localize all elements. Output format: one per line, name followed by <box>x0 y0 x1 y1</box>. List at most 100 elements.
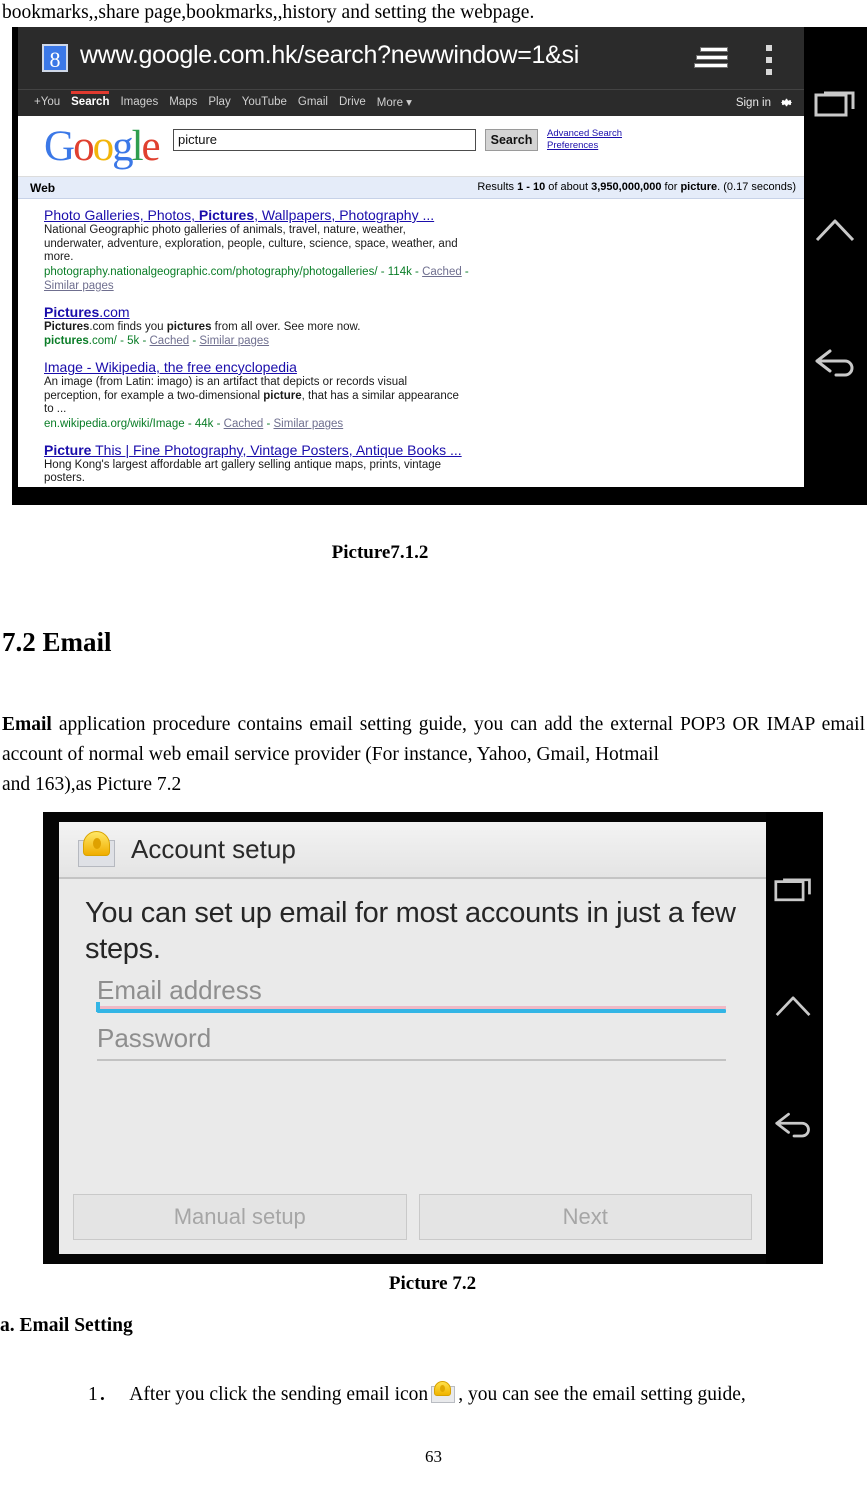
gnav-item-search[interactable]: Search <box>71 91 110 108</box>
results-tab-web[interactable]: Web <box>30 181 55 195</box>
email-address-placeholder: Email address <box>97 975 262 1005</box>
results-count-term: picture <box>680 181 718 193</box>
browser-url-bar: 8 www.google.com.hk/search?newwindow=1&s… <box>18 27 804 89</box>
search-input[interactable]: picture <box>173 129 476 151</box>
result-url: en.wikipedia.org/wiki/Image <box>44 417 185 430</box>
title-part: Photo Galleries, Photos, <box>44 207 199 223</box>
title-part: Picture <box>44 441 92 458</box>
result-url-rest: .com/ <box>88 335 117 347</box>
account-setup-headline: You can set up email for most accounts i… <box>85 897 736 965</box>
similar-pages-link[interactable]: Similar pages <box>44 280 114 292</box>
browser-viewport: 8 www.google.com.hk/search?newwindow=1&s… <box>18 27 804 487</box>
results-count-time: . (0.17 seconds) <box>717 181 796 193</box>
logo-letter: l <box>131 123 144 170</box>
result-title-link[interactable]: Pictures.com <box>44 304 804 321</box>
sign-in-link[interactable]: Sign in <box>736 97 771 109</box>
recents-icon[interactable] <box>814 85 858 124</box>
site-favicon-icon: 8 <box>42 44 68 72</box>
desc-part: from all over. See more now. <box>211 320 361 333</box>
similar-pages-link[interactable]: Similar pages <box>274 418 344 430</box>
result-title-link[interactable]: Photo Galleries, Photos, Pictures, Wallp… <box>44 207 804 224</box>
password-field[interactable]: Password <box>97 1015 728 1063</box>
result-description: National Geographic photo galleries of a… <box>44 224 458 263</box>
result-title-link[interactable]: Image - Wikipedia, the free encyclopedia <box>44 359 804 376</box>
result-size: 5k <box>127 335 140 347</box>
results-count-range: 1 - 10 <box>517 181 546 193</box>
title-part: Pictures <box>44 303 100 320</box>
result-url-prefix: www. <box>44 487 74 488</box>
account-setup-screen: Account setup You can set up email for m… <box>59 822 766 1254</box>
cached-link[interactable]: Cached <box>224 418 264 430</box>
result-url: photography.nationalgeographic.com/photo… <box>44 265 378 278</box>
google-nav-bar: +You Search Images Maps Play YouTube Gma… <box>18 89 804 116</box>
paragraph-lead-word: Email <box>2 714 52 735</box>
gnav-item-images[interactable]: Images <box>120 96 158 108</box>
result-url-line: photography.nationalgeographic.com/photo… <box>44 265 469 292</box>
result-url-line: en.wikipedia.org/wiki/Image - 44k - Cach… <box>44 417 344 430</box>
desc-part: Pictures <box>44 320 90 333</box>
tabs-stack-icon[interactable] <box>694 47 728 73</box>
gnav-item-youtube[interactable]: YouTube <box>242 96 287 108</box>
results-count: Results 1 - 10 of about 3,950,000,000 fo… <box>477 181 796 193</box>
result-size: 20k <box>216 487 235 488</box>
result-size: 44k <box>194 417 214 430</box>
title-part: , Wallpapers, Photography ... <box>254 207 435 223</box>
desc-part: picture <box>263 389 302 402</box>
logo-letter: g <box>112 123 133 170</box>
results-summary-bar: Web Results 1 - 10 of about 3,950,000,00… <box>18 177 804 199</box>
result-description: Hong Kong's largest affordable art galle… <box>44 458 442 485</box>
search-results-list: Photo Galleries, Photos, Pictures, Wallp… <box>18 199 804 487</box>
cached-link[interactable]: Cached <box>245 487 285 488</box>
preferences-link[interactable]: Preferences <box>547 140 622 152</box>
overflow-menu-icon[interactable] <box>766 45 772 75</box>
back-icon[interactable] <box>774 1112 814 1145</box>
cached-link[interactable]: Cached <box>422 266 462 278</box>
results-count-prefix: Results <box>477 181 518 193</box>
email-address-field[interactable]: Email address <box>96 967 728 1015</box>
gear-icon[interactable] <box>779 95 794 110</box>
search-result-item: Pictures.com Pictures.com finds you pict… <box>44 304 804 349</box>
list-item-text-before-icon: After you click the sending email icon <box>129 1384 429 1405</box>
email-intro-paragraph: Email application procedure contains ema… <box>2 710 865 800</box>
logo-letter: o <box>73 123 94 170</box>
recents-icon[interactable] <box>774 872 814 909</box>
list-item-number: 1． <box>88 1384 118 1405</box>
similar-pages-link[interactable]: Similar pages <box>295 487 365 488</box>
account-setup-title: Account setup <box>131 834 296 864</box>
paragraph-body: application procedure contains email set… <box>2 714 865 765</box>
cached-link[interactable]: Cached <box>150 335 190 347</box>
section-heading-72: 7.2 Email <box>2 627 112 657</box>
search-result-item: Image - Wikipedia, the free encyclopedia… <box>44 359 804 431</box>
password-field-underline <box>97 1059 726 1061</box>
title-part: Pictures <box>198 207 255 223</box>
results-count-for: for <box>661 181 681 193</box>
url-input[interactable]: www.google.com.hk/search?newwindow=1&si <box>80 41 579 70</box>
home-icon[interactable] <box>814 217 858 248</box>
numbered-list-item: 1． After you click the sending email icon… <box>88 1380 867 1408</box>
home-icon[interactable] <box>774 994 814 1023</box>
result-title-link[interactable]: Picture This | Fine Photography, Vintage… <box>44 442 804 459</box>
logo-letter: G <box>44 123 75 170</box>
figure-account-setup-screenshot: Account setup You can set up email for m… <box>43 812 823 1264</box>
figure-browser-screenshot: 8 www.google.com.hk/search?newwindow=1&s… <box>12 27 867 505</box>
email-app-icon <box>430 1380 456 1406</box>
gnav-item-gmail[interactable]: Gmail <box>298 96 328 108</box>
gnav-item-drive[interactable]: Drive <box>339 96 366 108</box>
advanced-search-link[interactable]: Advanced Search <box>547 128 622 140</box>
result-url-bold: pictures <box>44 335 89 347</box>
search-button[interactable]: Search <box>485 129 538 151</box>
similar-pages-link[interactable]: Similar pages <box>199 335 269 347</box>
password-placeholder: Password <box>97 1023 212 1053</box>
gnav-item-more[interactable]: More ▾ <box>377 95 412 109</box>
gnav-item-play[interactable]: Play <box>208 96 230 108</box>
gnav-item-maps[interactable]: Maps <box>169 96 197 108</box>
result-description: An image (from Latin: imago) is an artif… <box>44 376 464 417</box>
email-app-icon <box>78 831 116 869</box>
results-count-mid: of about <box>545 181 592 193</box>
next-button[interactable]: Next <box>418 1194 752 1240</box>
email-field-focus-underline <box>96 1002 726 1013</box>
manual-setup-button[interactable]: Manual setup <box>73 1194 407 1240</box>
gnav-item-you[interactable]: +You <box>34 96 60 108</box>
back-icon[interactable] <box>814 349 858 384</box>
account-setup-button-row: Manual setup Next <box>73 1194 752 1240</box>
